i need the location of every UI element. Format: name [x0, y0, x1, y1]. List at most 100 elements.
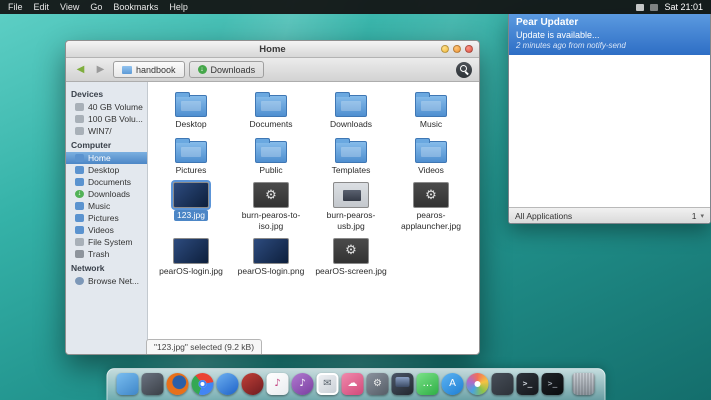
notification-title: Pear Updater	[516, 17, 703, 30]
file-pearos-applauncher-jpg[interactable]: pearos-applauncher.jpg	[391, 182, 471, 230]
sidebar-item-documents[interactable]: Documents	[66, 176, 147, 188]
dock-app-icon	[242, 373, 264, 395]
file-label: Desktop	[175, 119, 206, 129]
dock-item-finder[interactable]	[116, 373, 139, 395]
back-button[interactable]: ◀	[73, 62, 88, 77]
dock-item-media-player[interactable]	[241, 373, 264, 395]
file-label: pearos-applauncher.jpg	[393, 210, 469, 230]
dock-app-icon	[117, 373, 139, 395]
dock-app-icon: A	[442, 373, 464, 395]
dock-item-browser[interactable]	[216, 373, 239, 395]
dock-item-firefox[interactable]	[166, 373, 189, 395]
toolbar: ◀ ▶ handbook Downloads	[66, 58, 479, 82]
close-button[interactable]	[465, 45, 473, 53]
documents-icon	[75, 178, 84, 186]
tray-indicator-icon[interactable]	[636, 4, 644, 11]
file-templates[interactable]: Templates	[311, 136, 391, 175]
chevron-down-icon[interactable]: ▾	[700, 212, 704, 220]
notification-header[interactable]: Pear Updater Update is available... 2 mi…	[509, 14, 710, 55]
sidebar-item-40gb-volume[interactable]: 40 GB Volume	[66, 101, 147, 113]
menu-item[interactable]: Go	[90, 2, 102, 12]
file-music[interactable]: Music	[391, 90, 471, 129]
sidebar-item-win7[interactable]: WIN7/	[66, 125, 147, 137]
window-controls	[441, 45, 473, 53]
tab-handbook[interactable]: handbook	[113, 61, 185, 78]
file-public[interactable]: Public	[231, 136, 311, 175]
dock-item-itunes[interactable]: ♪	[291, 373, 314, 395]
file-pearos-screen-jpg[interactable]: pearOS-screen.jpg	[311, 238, 391, 276]
file-pearos-login-png[interactable]: pearOS-login.png	[231, 238, 311, 276]
file-downloads[interactable]: Downloads	[311, 90, 391, 129]
file-burn-pearos-to-iso-jpg[interactable]: burn-pearos-to-iso.jpg	[231, 182, 311, 230]
file-pictures[interactable]: Pictures	[151, 136, 231, 175]
menu-item[interactable]: View	[60, 2, 79, 12]
file-123-jpg[interactable]: 123.jpg	[151, 182, 231, 230]
dock-item-photos[interactable]	[466, 373, 489, 395]
sidebar-item-music[interactable]: Music	[66, 200, 147, 212]
dock-app-icon	[467, 373, 489, 395]
file-label: Music	[420, 119, 442, 129]
menu-item[interactable]: Bookmarks	[113, 2, 158, 12]
dock-app-icon: ♪	[267, 373, 289, 395]
dock-item-settings[interactable]: ⚙	[366, 373, 389, 395]
videos-icon	[75, 226, 84, 234]
dock-item-chrome[interactable]	[191, 373, 214, 395]
home-icon	[75, 154, 84, 162]
file-label: pearOS-screen.jpg	[315, 266, 386, 276]
sidebar-item-100gb-volume[interactable]: 100 GB Volu...	[66, 113, 147, 125]
menu-item[interactable]: Help	[169, 2, 188, 12]
dock-app-icon: ⚙	[367, 373, 389, 395]
minimize-button[interactable]	[441, 45, 449, 53]
file-thumbnail	[333, 182, 369, 208]
tab-downloads[interactable]: Downloads	[189, 61, 265, 78]
sidebar-item-pictures[interactable]: Pictures	[66, 212, 147, 224]
devices-list: 40 GB Volume 100 GB Volu... WIN7/	[66, 101, 147, 137]
all-applications-filter[interactable]: All Applications	[515, 211, 572, 221]
maximize-button[interactable]	[453, 45, 461, 53]
dock-item-music[interactable]: ♪	[266, 373, 289, 395]
dock-item-display[interactable]	[391, 373, 414, 395]
menu-item[interactable]: File	[8, 2, 23, 12]
notification-message: Update is available...	[516, 30, 703, 41]
sidebar-item-home[interactable]: Home	[66, 152, 147, 164]
dock-item-stack[interactable]	[141, 373, 164, 395]
dock-app-icon: …	[417, 373, 439, 395]
sidebar-item-videos[interactable]: Videos	[66, 224, 147, 236]
window-body: Devices 40 GB Volume 100 GB Volu...	[66, 82, 479, 354]
menu-item[interactable]: Edit	[34, 2, 50, 12]
sidebar-item-trash[interactable]: Trash	[66, 248, 147, 260]
file-documents[interactable]: Documents	[231, 90, 311, 129]
file-pearos-login-jpg[interactable]: pearOS-login.jpg	[151, 238, 231, 276]
file-label: Templates	[332, 165, 371, 175]
tray-indicator-icon[interactable]	[650, 4, 658, 11]
dock-item-messages[interactable]: …	[416, 373, 439, 395]
file-label: burn-pearos-usb.jpg	[313, 210, 389, 230]
dock-item-mail[interactable]: ✉	[316, 373, 339, 395]
file-thumbnail	[415, 95, 447, 117]
file-thumbnail	[335, 141, 367, 163]
file-thumbnail	[255, 95, 287, 117]
dock-item-package[interactable]	[491, 373, 514, 395]
forward-button[interactable]: ▶	[93, 62, 108, 77]
dock-item-trash[interactable]	[572, 373, 595, 395]
search-icon	[460, 65, 467, 72]
file-thumbnail	[173, 238, 209, 264]
window-titlebar[interactable]: Home	[66, 41, 479, 58]
dock-item-app-store[interactable]: A	[441, 373, 464, 395]
file-burn-pearos-usb-jpg[interactable]: burn-pearos-usb.jpg	[311, 182, 391, 230]
file-label: burn-pearos-to-iso.jpg	[233, 210, 309, 230]
sidebar-item-downloads[interactable]: Downloads	[66, 188, 147, 200]
search-button[interactable]	[456, 62, 472, 78]
file-label: Videos	[418, 165, 444, 175]
file-videos[interactable]: Videos	[391, 136, 471, 175]
notification-body	[509, 55, 710, 207]
dock-item-terminal-alt[interactable]: >_	[541, 373, 564, 395]
file-desktop[interactable]: Desktop	[151, 90, 231, 129]
sidebar-item-file-system[interactable]: File System	[66, 236, 147, 248]
dock-item-terminal[interactable]: >_	[516, 373, 539, 395]
dock-item-cloud[interactable]: ☁	[341, 373, 364, 395]
sidebar-item-desktop[interactable]: Desktop	[66, 164, 147, 176]
path-tabs: handbook Downloads	[113, 61, 264, 78]
notification-count[interactable]: 1	[692, 211, 697, 221]
sidebar-item-browse-network[interactable]: Browse Net...	[66, 275, 147, 287]
